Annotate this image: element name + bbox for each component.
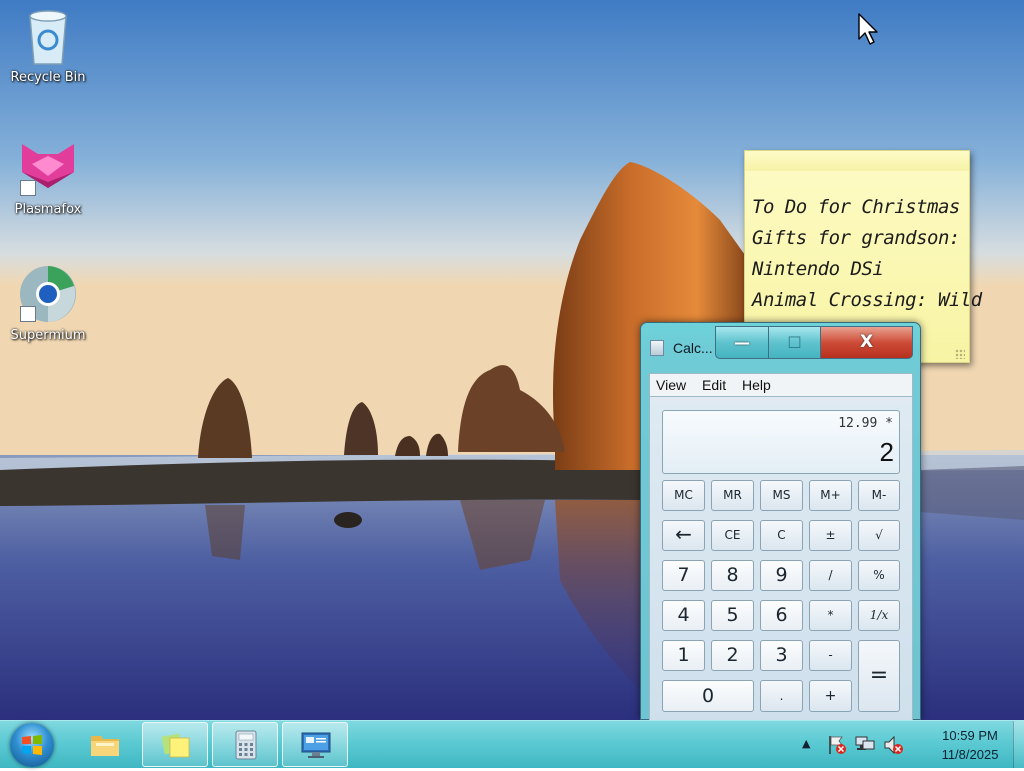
key-m-minus[interactable]: M- [858,480,900,511]
key-reciprocal[interactable]: 1/x [858,600,900,631]
expression-readout: 12.99 * [838,416,893,431]
desktop-icon-label: Plasmafox [14,202,82,217]
volume-muted-icon[interactable] [882,734,904,756]
calculator-body: 12.99 * 2 MC MR MS M+ M- ← CE C ± √ 7 8 … [649,397,913,721]
key-percent[interactable]: % [858,560,900,591]
desktop-icon-supermium[interactable]: Supermium [0,264,96,343]
shortcut-arrow-icon [20,180,36,196]
clock-time: 10:59 PM [942,728,998,743]
windows-logo-icon [22,735,42,755]
supermium-icon [18,264,78,324]
key-multiply[interactable]: * [809,600,852,631]
window-title: Calc... [673,340,713,356]
key-sqrt[interactable]: √ [858,520,900,551]
start-button[interactable] [10,723,54,767]
close-icon: X [859,332,874,352]
taskbar: ▲ 10:59 PM 11/8/2025 [0,720,1024,768]
menu-bar: View Edit Help [649,373,913,397]
menu-help[interactable]: Help [742,377,771,393]
key-m-plus[interactable]: M+ [809,480,852,511]
minimize-button[interactable]: — [715,326,769,359]
minimize-icon: — [734,333,750,352]
key-equals[interactable]: = [858,640,900,712]
menu-edit[interactable]: Edit [702,377,726,393]
maximize-button[interactable]: ☐ [769,326,821,359]
key-0[interactable]: 0 [662,680,754,712]
taskbar-calculator[interactable] [212,722,278,767]
sticky-note-line[interactable]: Animal Crossing: Wild [752,289,982,311]
mouse-cursor-icon [858,13,878,45]
key-mc[interactable]: MC [662,480,705,511]
close-button[interactable]: X [821,326,913,359]
calculator-app-icon [650,340,664,356]
resize-grip-icon[interactable] [955,349,965,359]
shortcut-arrow-icon [20,306,36,322]
key-c[interactable]: C [760,520,803,551]
taskbar-remote-desktop[interactable] [282,722,348,767]
key-2[interactable]: 2 [711,640,754,671]
calculator-icon [235,730,257,760]
plasmafox-icon [18,138,78,198]
desktop-icon-label: Recycle Bin [10,70,86,85]
taskbar-windows-explorer[interactable] [72,722,138,767]
clock-date: 11/8/2025 [941,747,999,762]
clock[interactable]: 10:59 PM 11/8/2025 [930,726,1010,764]
sticky-note-line[interactable]: Gifts for grandson: [752,227,960,249]
remote-desktop-icon [301,732,331,758]
sticky-notes-icon [161,733,190,758]
folder-icon [91,736,119,756]
system-tray: ▲ 10:59 PM 11/8/2025 [794,721,1024,768]
calculator-window[interactable]: Calc... — ☐ X View Edit Help 12.99 * 2 M… [640,322,921,721]
desktop-icon-plasmafox[interactable]: Plasmafox [0,138,96,217]
calculator-display: 12.99 * 2 [662,410,900,474]
key-plus-minus[interactable]: ± [809,520,852,551]
maximize-icon: ☐ [787,333,802,352]
sticky-note-titlebar[interactable] [745,151,969,171]
taskbar-sticky-notes[interactable] [142,722,208,767]
action-center-flag-icon[interactable] [826,734,848,756]
show-hidden-icons-button[interactable]: ▲ [802,737,810,750]
menu-view[interactable]: View [656,377,686,393]
key-7[interactable]: 7 [662,560,705,591]
key-9[interactable]: 9 [760,560,803,591]
desktop-icon-recycle-bin[interactable]: Recycle Bin [0,6,96,85]
sticky-note-line[interactable]: To Do for Christmas [752,196,960,218]
desktop-icon-label: Supermium [10,328,86,343]
key-1[interactable]: 1 [662,640,705,671]
value-readout: 2 [879,437,894,467]
key-6[interactable]: 6 [760,600,803,631]
key-divide[interactable]: / [809,560,852,591]
key-8[interactable]: 8 [711,560,754,591]
recycle-bin-icon [18,6,78,66]
key-4[interactable]: 4 [662,600,705,631]
key-backspace[interactable]: ← [662,520,705,551]
show-desktop-button[interactable] [1013,721,1024,768]
sticky-note-line[interactable]: Nintendo DSi [752,258,884,280]
key-ce[interactable]: CE [711,520,754,551]
key-ms[interactable]: MS [760,480,803,511]
key-mr[interactable]: MR [711,480,754,511]
key-decimal[interactable]: . [760,680,803,712]
network-icon[interactable] [854,734,876,756]
key-add[interactable]: + [809,680,852,712]
key-5[interactable]: 5 [711,600,754,631]
key-3[interactable]: 3 [760,640,803,671]
key-subtract[interactable]: - [809,640,852,671]
